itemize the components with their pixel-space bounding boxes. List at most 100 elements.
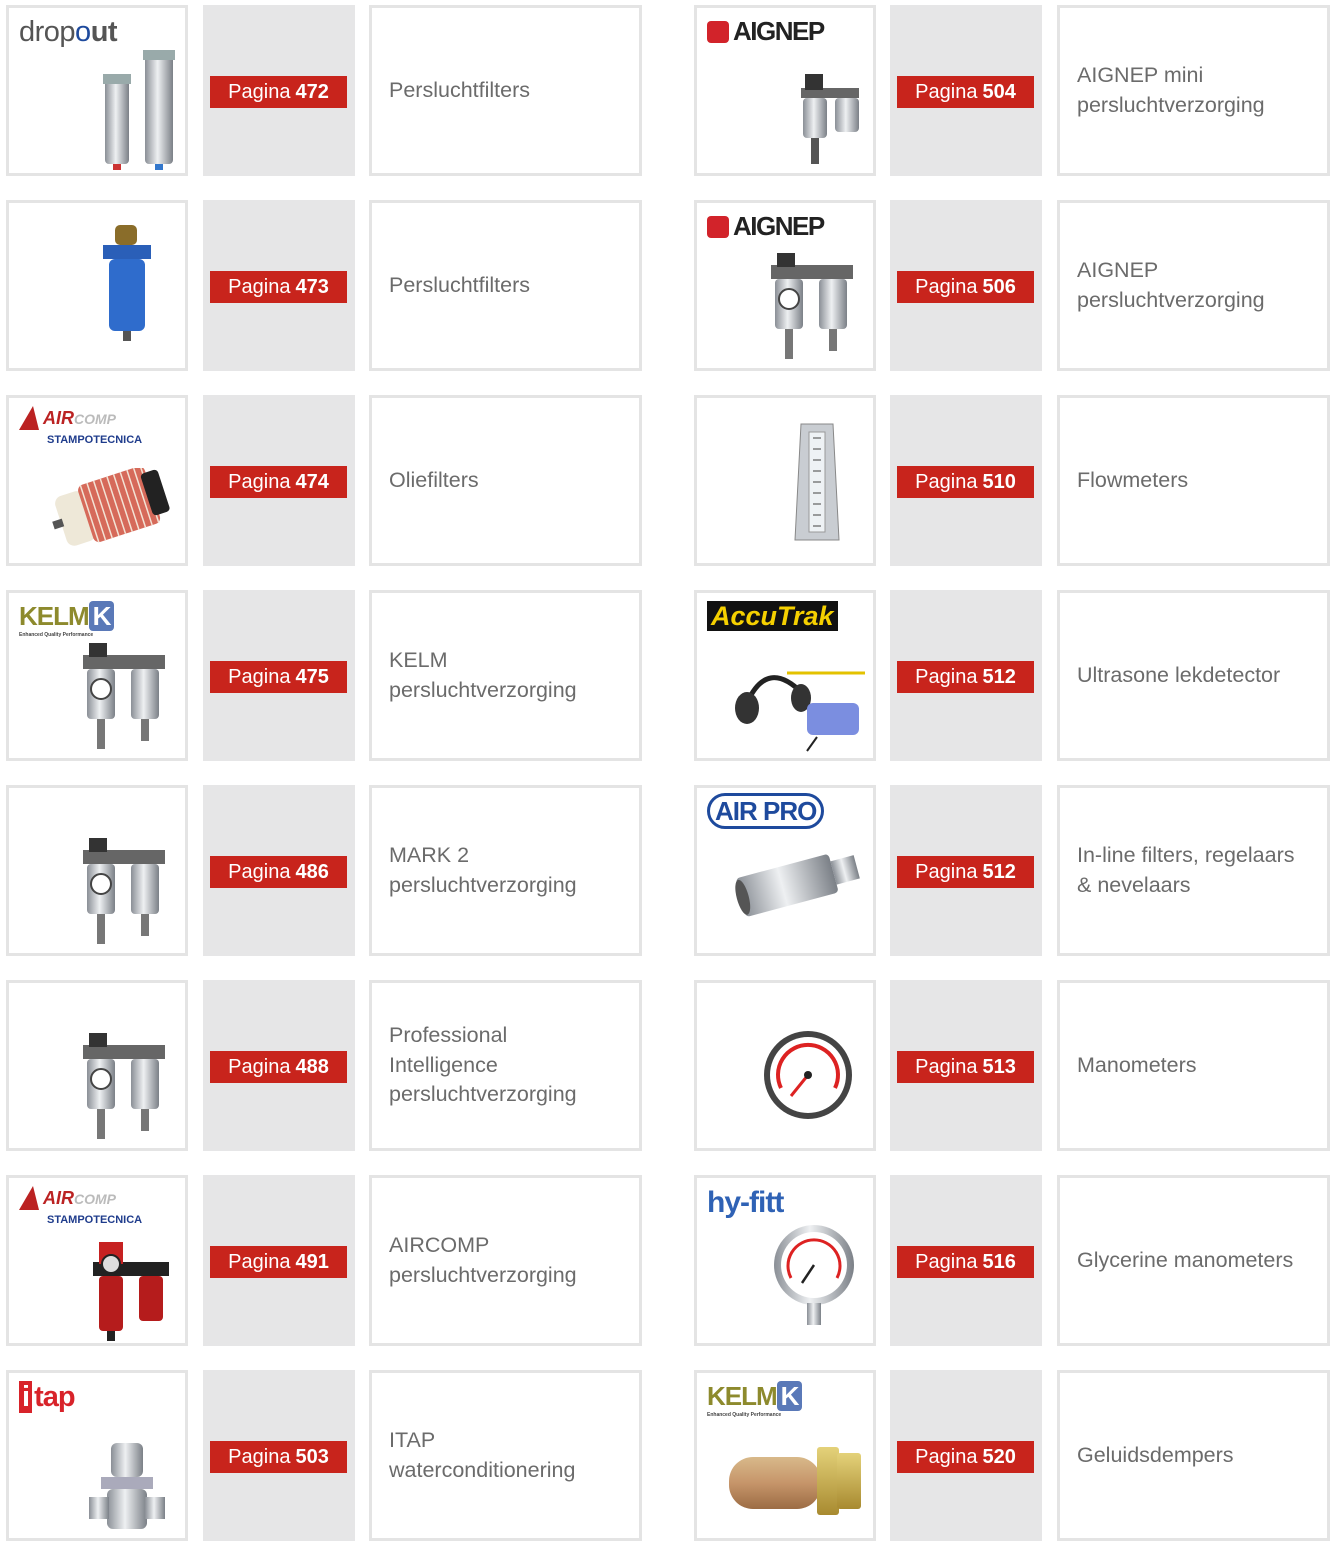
product-image-tile[interactable]: AIRCOMP STAMPOTECNICA bbox=[6, 1175, 188, 1346]
product-category-label: Ultrasone lekdetector bbox=[1077, 662, 1281, 687]
page-badge[interactable]: Pagina 510 bbox=[897, 466, 1034, 498]
glycerine-gauge-icon bbox=[769, 1223, 859, 1333]
product-image-tile[interactable]: dropout bbox=[6, 5, 188, 176]
flowmeter-icon bbox=[787, 420, 847, 550]
product-image-tile[interactable]: hy-fitt bbox=[694, 1175, 876, 1346]
product-image-tile[interactable]: i tap bbox=[6, 1370, 188, 1541]
product-image-tile[interactable]: AIGNEP bbox=[694, 200, 876, 371]
description-tile: Flowmeters bbox=[1057, 395, 1330, 566]
brand-logo: KELM K Enhanced Quality Performance bbox=[707, 1381, 803, 1418]
frl-unit-red-icon bbox=[91, 1218, 171, 1348]
product-image-tile[interactable] bbox=[694, 980, 876, 1151]
page-badge[interactable]: Pagina 516 bbox=[897, 1246, 1034, 1278]
page-number: 486 bbox=[295, 861, 329, 883]
page-badge[interactable]: Pagina 513 bbox=[897, 1051, 1034, 1083]
product-image-tile[interactable]: KELM K Enhanced Quality Performance bbox=[694, 1370, 876, 1541]
description-tile: Professional Intelligence persluchtverzo… bbox=[369, 980, 642, 1151]
frl-mini-icon bbox=[795, 70, 865, 175]
product-image-tile[interactable] bbox=[6, 785, 188, 956]
description-tile: ITAP waterconditionering bbox=[369, 1370, 642, 1541]
product-image-tile[interactable]: AccuTrak bbox=[694, 590, 876, 761]
page-reference-tile: Pagina 516 bbox=[890, 1175, 1042, 1346]
page-badge[interactable]: Pagina 491 bbox=[210, 1246, 347, 1278]
product-image-tile[interactable] bbox=[6, 980, 188, 1151]
page-number: 474 bbox=[295, 471, 329, 493]
brand-logo: AIGNEP bbox=[707, 211, 825, 242]
page-number: 491 bbox=[295, 1251, 329, 1273]
page-number: 520 bbox=[982, 1446, 1016, 1468]
pressure-reducer-valve-icon bbox=[87, 1441, 167, 1546]
page-badge[interactable]: Pagina 504 bbox=[897, 76, 1034, 108]
description-tile: Persluchtfilters bbox=[369, 200, 642, 371]
product-image-tile[interactable] bbox=[6, 200, 188, 371]
page-reference-tile: Pagina 488 bbox=[203, 980, 355, 1151]
description-tile: MARK 2 persluchtverzorging bbox=[369, 785, 642, 956]
page-reference-tile: Pagina 513 bbox=[890, 980, 1042, 1151]
page-prefix: Pagina bbox=[228, 1251, 291, 1273]
product-category-label: AIRCOMP persluchtverzorging bbox=[389, 1233, 577, 1287]
page-badge[interactable]: Pagina 486 bbox=[210, 856, 347, 888]
description-tile: Oliefilters bbox=[369, 395, 642, 566]
page-prefix: Pagina bbox=[228, 471, 291, 493]
brand-logo: AccuTrak bbox=[707, 601, 838, 632]
page-prefix: Pagina bbox=[915, 276, 978, 298]
leak-detector-headphones-icon bbox=[727, 653, 867, 758]
page-reference-tile: Pagina 520 bbox=[890, 1370, 1042, 1541]
page-number: 488 bbox=[295, 1056, 329, 1078]
page-reference-tile: Pagina 512 bbox=[890, 590, 1042, 761]
product-category-label: MARK 2 persluchtverzorging bbox=[389, 843, 577, 897]
brand-logo: dropout bbox=[19, 16, 118, 48]
page-badge[interactable]: Pagina 475 bbox=[210, 661, 347, 693]
description-tile: AIGNEP mini persluchtverzorging bbox=[1057, 5, 1330, 176]
product-image-tile[interactable]: AIRCOMP STAMPOTECNICA bbox=[6, 395, 188, 566]
page-reference-tile: Pagina 475 bbox=[203, 590, 355, 761]
page-reference-tile: Pagina 474 bbox=[203, 395, 355, 566]
page-badge[interactable]: Pagina 512 bbox=[897, 856, 1034, 888]
page-prefix: Pagina bbox=[915, 471, 978, 493]
page-prefix: Pagina bbox=[915, 81, 978, 103]
product-category-label: Oliefilters bbox=[389, 467, 479, 492]
brand-logo: AIRCOMP STAMPOTECNICA bbox=[19, 406, 142, 448]
page-badge[interactable]: Pagina 474 bbox=[210, 466, 347, 498]
product-category-label: Professional Intelligence persluchtverzo… bbox=[389, 1023, 577, 1107]
page-prefix: Pagina bbox=[228, 861, 291, 883]
product-category-label: Persluchtfilters bbox=[389, 272, 530, 297]
product-image-tile[interactable]: AIGNEP bbox=[694, 5, 876, 176]
frl-unit-icon bbox=[79, 641, 169, 761]
silencer-icon bbox=[725, 1443, 865, 1523]
page-number: 506 bbox=[982, 276, 1016, 298]
product-image-tile[interactable] bbox=[694, 395, 876, 566]
pressure-gauge-icon bbox=[761, 1028, 856, 1128]
page-prefix: Pagina bbox=[915, 1446, 978, 1468]
page-badge[interactable]: Pagina 503 bbox=[210, 1441, 347, 1473]
page-badge[interactable]: Pagina 473 bbox=[210, 271, 347, 303]
page-badge[interactable]: Pagina 488 bbox=[210, 1051, 347, 1083]
product-category-label: KELM persluchtverzorging bbox=[389, 648, 577, 702]
page-reference-tile: Pagina 510 bbox=[890, 395, 1042, 566]
page-reference-tile: Pagina 506 bbox=[890, 200, 1042, 371]
product-category-label: AIGNEP persluchtverzorging bbox=[1077, 258, 1265, 312]
page-badge[interactable]: Pagina 520 bbox=[897, 1441, 1034, 1473]
description-tile: Ultrasone lekdetector bbox=[1057, 590, 1330, 761]
oil-filter-element-icon bbox=[49, 465, 179, 553]
page-prefix: Pagina bbox=[228, 1056, 291, 1078]
page-badge[interactable]: Pagina 472 bbox=[210, 76, 347, 108]
brand-logo: KELM K Enhanced Quality Performance bbox=[19, 601, 115, 638]
page-badge[interactable]: Pagina 512 bbox=[897, 661, 1034, 693]
product-image-tile[interactable]: AIR PRO bbox=[694, 785, 876, 956]
product-category-label: In-line filters, regelaars & nevelaars bbox=[1077, 843, 1295, 897]
page-reference-tile: Pagina 472 bbox=[203, 5, 355, 176]
product-image-tile[interactable]: KELM K Enhanced Quality Performance bbox=[6, 590, 188, 761]
brand-logo: hy-fitt bbox=[707, 1186, 784, 1219]
page-number: 473 bbox=[295, 276, 329, 298]
page-number: 472 bbox=[295, 81, 329, 103]
page-number: 512 bbox=[982, 861, 1016, 883]
page-number: 475 bbox=[295, 666, 329, 688]
blue-filter-icon bbox=[97, 221, 157, 351]
page-reference-tile: Pagina 486 bbox=[203, 785, 355, 956]
page-badge[interactable]: Pagina 506 bbox=[897, 271, 1034, 303]
page-number: 513 bbox=[982, 1056, 1016, 1078]
page-prefix: Pagina bbox=[915, 1056, 978, 1078]
product-category-label: Flowmeters bbox=[1077, 467, 1189, 492]
page-prefix: Pagina bbox=[915, 861, 978, 883]
